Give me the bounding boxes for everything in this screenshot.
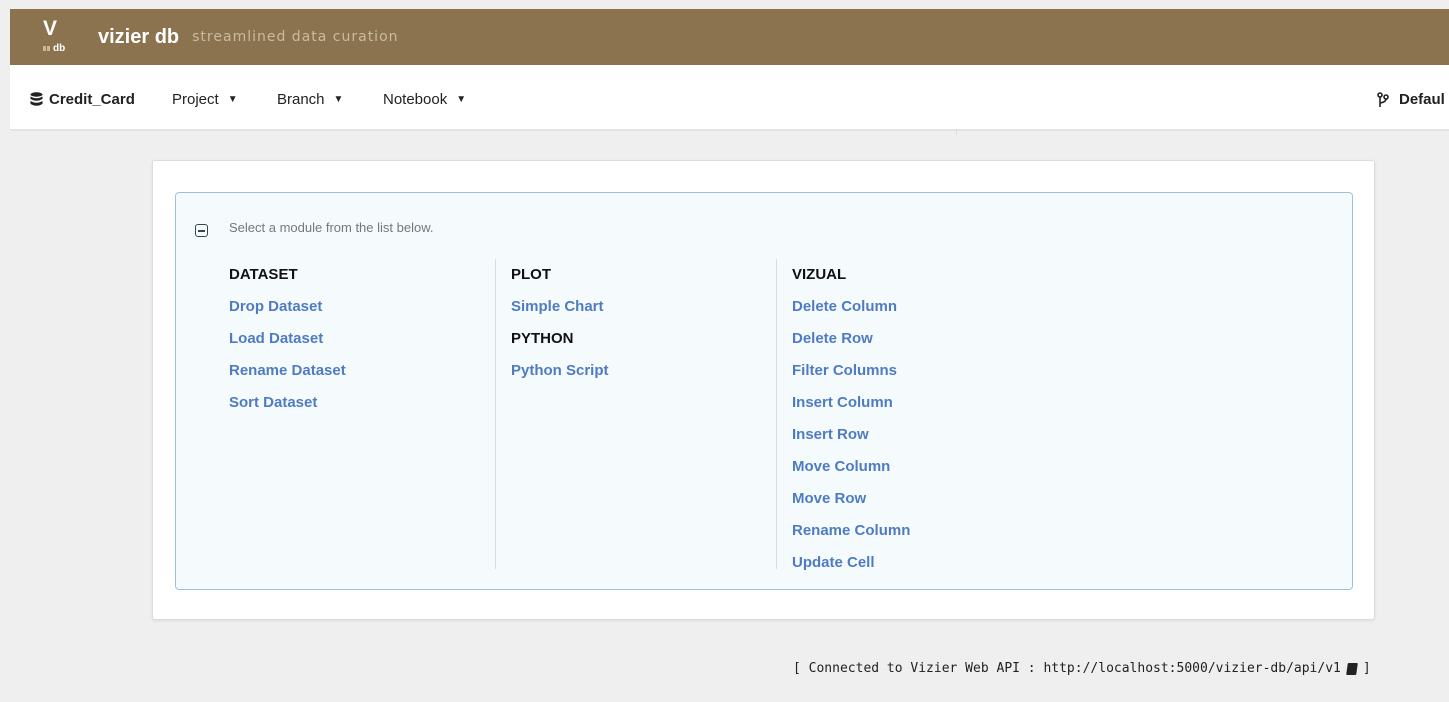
branch-name: Defaul	[1399, 91, 1445, 108]
module-link-python-script[interactable]: Python Script	[511, 355, 775, 387]
logo-block	[43, 46, 46, 51]
caret-down-icon: ▼	[333, 94, 344, 105]
module-link-filter-columns[interactable]: Filter Columns	[792, 355, 1056, 387]
module-link-rename-column[interactable]: Rename Column	[792, 515, 1056, 547]
module-link-sort-dataset[interactable]: Sort Dataset	[229, 387, 509, 419]
module-column: DATASET Drop Dataset Load Dataset Rename…	[229, 259, 509, 569]
notebook-menu[interactable]: Notebook ▼	[383, 91, 466, 108]
module-column: VIZUAL Delete Column Delete Row Filter C…	[776, 259, 1056, 571]
logo-letter: V	[43, 17, 58, 40]
module-link-load-dataset[interactable]: Load Dataset	[229, 323, 509, 355]
api-status-footer: [ Connected to Vizier Web API : http://l…	[793, 661, 1371, 676]
brand-title[interactable]: vizier db	[98, 26, 179, 49]
branch-menu-label: Branch	[277, 91, 325, 108]
module-picker-panel: Select a module from the list below. DAT…	[175, 192, 1353, 590]
module-link-insert-column[interactable]: Insert Column	[792, 387, 1056, 419]
branch-menu[interactable]: Branch ▼	[277, 91, 343, 108]
module-picker-hint: Select a module from the list below.	[229, 220, 434, 235]
vizier-logo: V db	[40, 17, 80, 57]
navbar-divider	[956, 129, 957, 135]
module-column: PLOT Simple Chart PYTHON Python Script	[495, 259, 775, 569]
caret-down-icon: ▼	[456, 94, 467, 105]
collapse-icon[interactable]	[195, 224, 208, 237]
module-category: PYTHON	[511, 330, 574, 347]
code-branch-icon	[1377, 91, 1389, 107]
module-link-drop-dataset[interactable]: Drop Dataset	[229, 291, 509, 323]
logo-sub: db	[53, 43, 66, 54]
module-link-update-cell[interactable]: Update Cell	[792, 547, 1056, 579]
notebook-menu-label: Notebook	[383, 91, 448, 108]
project-name-link[interactable]: Credit_Card	[30, 91, 135, 108]
module-link-move-column[interactable]: Move Column	[792, 451, 1056, 483]
module-link-delete-row[interactable]: Delete Row	[792, 323, 1056, 355]
database-icon	[30, 92, 43, 106]
logo-block	[47, 46, 50, 51]
api-status-text: [ Connected to Vizier Web API : http://l…	[793, 661, 1341, 676]
app-banner: V db vizier db streamlined data curation	[10, 9, 1449, 65]
caret-down-icon: ▼	[227, 94, 238, 105]
module-category: DATASET	[229, 266, 298, 283]
branch-selector[interactable]: Defaul	[1377, 91, 1445, 108]
module-category: PLOT	[511, 266, 551, 283]
project-name: Credit_Card	[49, 91, 135, 108]
brand-subtitle: streamlined data curation	[192, 29, 399, 45]
api-status-suffix: ]	[1362, 661, 1371, 676]
module-link-rename-dataset[interactable]: Rename Dataset	[229, 355, 509, 387]
module-category: VIZUAL	[792, 266, 847, 283]
project-menu-label: Project	[172, 91, 219, 108]
module-link-move-row[interactable]: Move Row	[792, 483, 1056, 515]
book-icon[interactable]	[1346, 662, 1358, 675]
project-navbar: Credit_Card Project ▼ Branch ▼ Notebook …	[10, 65, 1449, 135]
project-menu[interactable]: Project ▼	[172, 91, 238, 108]
module-link-simple-chart[interactable]: Simple Chart	[511, 291, 775, 323]
module-link-insert-row[interactable]: Insert Row	[792, 419, 1056, 451]
module-card: Select a module from the list below. DAT…	[152, 160, 1375, 620]
module-link-delete-column[interactable]: Delete Column	[792, 291, 1056, 323]
